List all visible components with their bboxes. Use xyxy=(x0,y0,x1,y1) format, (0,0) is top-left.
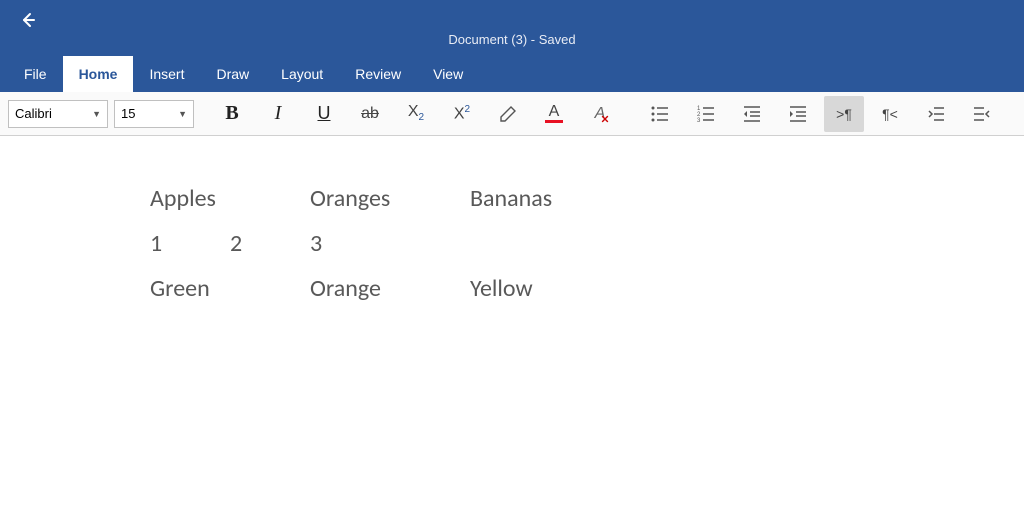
font-color-icon: A xyxy=(545,104,563,123)
align-rtl-button[interactable] xyxy=(962,96,1002,132)
clear-formatting-icon: A xyxy=(595,105,606,123)
clear-formatting-button[interactable]: A xyxy=(580,96,620,132)
strikethrough-button[interactable]: ab xyxy=(350,96,390,132)
tab-review[interactable]: Review xyxy=(339,56,417,92)
document-title: Document (3) - Saved xyxy=(0,32,1024,47)
italic-icon: I xyxy=(275,102,282,125)
tab-file[interactable]: File xyxy=(8,56,63,92)
text-cell: 2 xyxy=(230,221,310,266)
highlight-icon xyxy=(497,103,519,125)
tab-layout[interactable]: Layout xyxy=(265,56,339,92)
font-family-value: Calibri xyxy=(15,106,52,121)
title-bar: Document (3) - Saved xyxy=(0,0,1024,56)
tab-view[interactable]: View xyxy=(417,56,479,92)
italic-button[interactable]: I xyxy=(258,96,298,132)
bullet-list-button[interactable] xyxy=(640,96,680,132)
increase-indent-button[interactable] xyxy=(778,96,818,132)
superscript-button[interactable]: X2 xyxy=(442,96,482,132)
strikethrough-icon: ab xyxy=(361,105,379,123)
numbered-list-button[interactable]: 1 2 3 xyxy=(686,96,726,132)
superscript-icon: X2 xyxy=(454,104,470,123)
ribbon-tabs: File Home Insert Draw Layout Review View xyxy=(0,56,1024,92)
ltr-paragraph-icon: >¶ xyxy=(836,106,852,122)
decrease-indent-icon xyxy=(742,104,762,124)
font-size-combo[interactable]: 15 ▼ xyxy=(114,100,194,128)
dropdown-caret-icon: ▼ xyxy=(92,109,101,119)
align-rtl-icon xyxy=(972,104,992,124)
increase-indent-icon xyxy=(788,104,808,124)
dropdown-caret-icon: ▼ xyxy=(178,109,187,119)
highlight-button[interactable] xyxy=(488,96,528,132)
font-size-value: 15 xyxy=(121,106,135,121)
text-cell xyxy=(470,221,630,266)
tab-draw[interactable]: Draw xyxy=(200,56,265,92)
underline-button[interactable]: U xyxy=(304,96,344,132)
toolbar: Calibri ▼ 15 ▼ B I U ab X2 X2 A A xyxy=(0,92,1024,136)
align-ltr-button[interactable] xyxy=(916,96,956,132)
back-arrow-icon xyxy=(20,12,36,28)
document-content: Apples Oranges Bananas 1 2 3 Green Orang… xyxy=(150,176,630,311)
svg-text:3: 3 xyxy=(697,118,701,124)
font-color-button[interactable]: A xyxy=(534,96,574,132)
subscript-button[interactable]: X2 xyxy=(396,96,436,132)
subscript-icon: X2 xyxy=(408,103,424,123)
decrease-indent-button[interactable] xyxy=(732,96,772,132)
text-cell: Orange xyxy=(310,266,470,311)
bold-button[interactable]: B xyxy=(212,96,252,132)
document-canvas[interactable]: Apples Oranges Bananas 1 2 3 Green Orang… xyxy=(0,136,1024,311)
underline-icon: U xyxy=(318,103,331,124)
ltr-paragraph-button[interactable]: >¶ xyxy=(824,96,864,132)
bold-icon: B xyxy=(225,102,238,125)
text-cell: Green xyxy=(150,266,310,311)
rtl-paragraph-icon: ¶< xyxy=(882,106,898,122)
tab-home[interactable]: Home xyxy=(63,56,134,92)
text-cell: 3 xyxy=(310,221,470,266)
text-cell: 1 xyxy=(150,221,230,266)
font-family-combo[interactable]: Calibri ▼ xyxy=(8,100,108,128)
text-cell: Oranges xyxy=(310,176,470,221)
numbered-list-icon: 1 2 3 xyxy=(696,104,716,124)
bullet-list-icon xyxy=(650,104,670,124)
tab-insert[interactable]: Insert xyxy=(133,56,200,92)
rtl-paragraph-button[interactable]: ¶< xyxy=(870,96,910,132)
text-cell: Apples xyxy=(150,176,310,221)
text-cell: Yellow xyxy=(470,266,630,311)
align-ltr-icon xyxy=(926,104,946,124)
text-cell: Bananas xyxy=(470,176,630,221)
